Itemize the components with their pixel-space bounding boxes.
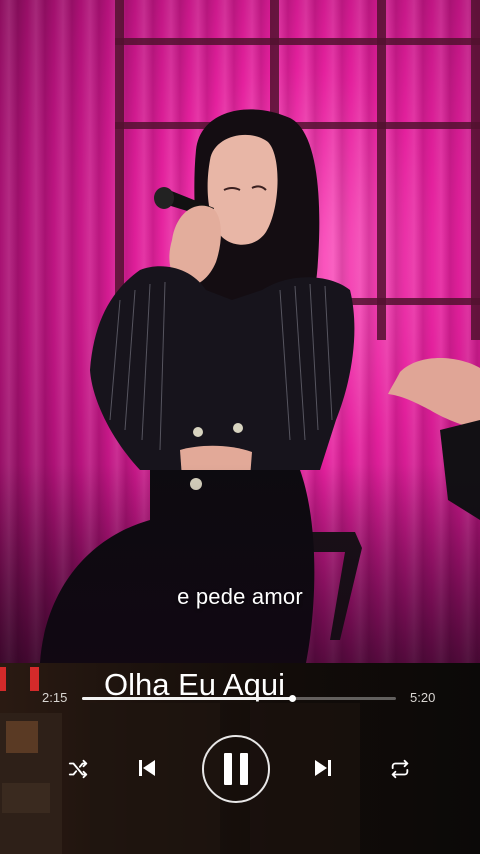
red-marker <box>0 667 40 691</box>
repeat-icon <box>391 759 409 779</box>
shuffle-button[interactable] <box>64 755 92 783</box>
pause-icon <box>224 753 248 785</box>
shuffle-icon <box>68 759 88 779</box>
video-vignette <box>0 0 480 663</box>
next-track-button[interactable] <box>308 753 338 783</box>
video-frame[interactable]: e pede amor <box>0 0 480 663</box>
progress-fill <box>82 697 293 700</box>
progress-bar[interactable] <box>82 695 396 702</box>
skip-next-icon <box>315 760 331 776</box>
lyrics-subtitle: e pede amor <box>177 584 303 609</box>
repeat-button[interactable] <box>386 755 414 783</box>
time-elapsed: 2:15 <box>42 690 68 705</box>
previous-track-button[interactable] <box>132 753 162 783</box>
skip-previous-icon <box>139 760 155 776</box>
time-total: 5:20 <box>410 690 436 705</box>
play-pause-button[interactable] <box>202 735 270 803</box>
